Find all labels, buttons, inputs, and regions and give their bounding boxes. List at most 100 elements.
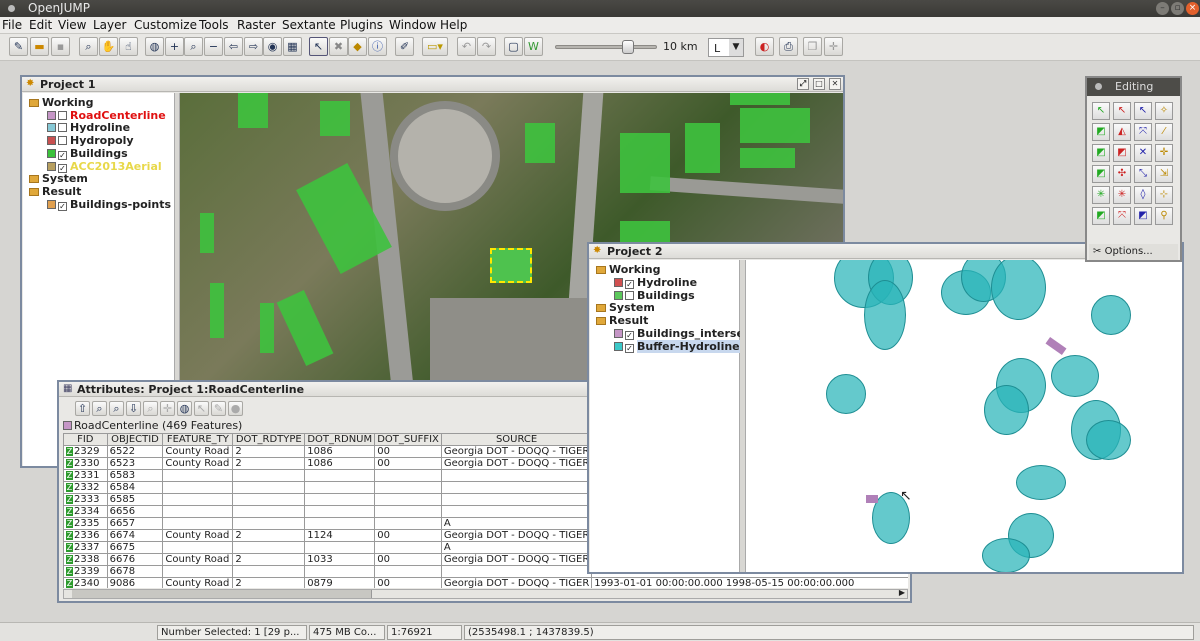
feature-zoom-icon[interactable]: Z — [66, 543, 73, 552]
table-cell[interactable]: 6583 — [106, 469, 164, 482]
select-part-icon[interactable]: ↖ — [1113, 102, 1131, 120]
stop-icon[interactable]: ● — [228, 401, 243, 416]
table-cell[interactable] — [374, 481, 442, 494]
maximize-icon[interactable]: □ — [813, 78, 825, 90]
select-feature-icon[interactable]: ↖ — [1092, 102, 1110, 120]
tree-layer[interactable]: ✓ Buffer-Hydroline — [614, 339, 740, 353]
zoom-layer-icon[interactable]: ◉ — [263, 37, 282, 56]
tree-layer[interactable]: Buildings — [614, 289, 695, 302]
new-project-icon[interactable]: ✎ — [9, 37, 28, 56]
cube-icon[interactable]: ◆ — [348, 37, 367, 56]
scale-icon[interactable]: ⤡ — [1134, 165, 1152, 183]
table-cell[interactable]: Georgia DOT - DOQQ - TIGER — [440, 445, 593, 458]
edit-toggle-icon[interactable]: ✐ — [395, 37, 414, 56]
table-cell[interactable]: 6657 — [106, 517, 164, 530]
print-icon[interactable]: ⎙ — [779, 37, 798, 56]
table-cell[interactable]: Georgia DOT - DOQQ - TIGER — [440, 529, 593, 542]
project2-map-view[interactable]: ↖ — [746, 260, 1182, 572]
table-cell[interactable] — [304, 517, 376, 530]
column-header[interactable]: DOT_RDNUM — [304, 433, 376, 446]
table-cell[interactable] — [162, 541, 234, 554]
table-cell[interactable] — [374, 565, 442, 578]
table-cell[interactable]: 1086 — [304, 457, 376, 470]
table-cell[interactable]: Z 2338 — [63, 553, 108, 566]
draw-linestring-icon[interactable]: ⁄ — [1155, 123, 1173, 141]
tree-layer[interactable]: ✓ ACC2013Aerial — [47, 160, 162, 173]
table-cell[interactable] — [162, 481, 234, 494]
table-cell[interactable]: Z 2336 — [63, 529, 108, 542]
layer-style-swatch[interactable] — [47, 199, 56, 209]
select-icon[interactable]: ↖ — [194, 401, 209, 416]
layer-visibility-checkbox[interactable]: ✓ — [58, 163, 67, 173]
table-cell[interactable] — [374, 505, 442, 518]
table-cell[interactable]: 2 — [232, 445, 306, 458]
restore-icon[interactable]: ⤢ — [797, 78, 809, 90]
layer-visibility-checkbox[interactable] — [58, 123, 67, 133]
menu-tools[interactable]: Tools — [199, 18, 229, 32]
layer-style-swatch[interactable] — [47, 110, 56, 120]
draw-line-icon[interactable]: ⤧ — [1134, 123, 1152, 141]
chevron-down-icon[interactable]: ▼ — [729, 39, 743, 56]
tree-category[interactable]: Result — [29, 185, 81, 198]
globe-icon[interactable]: ◍ — [177, 401, 192, 416]
table-cell[interactable] — [232, 517, 306, 530]
table-cell[interactable]: 6656 — [106, 505, 164, 518]
tree-layer[interactable]: ✓ Buildings — [47, 147, 128, 160]
table-cell[interactable]: 00 — [374, 577, 442, 588]
table-cell[interactable]: Georgia DOT - DOQQ - TIGER — [440, 457, 593, 470]
table-cell[interactable]: 1033 — [304, 553, 376, 566]
table-cell[interactable]: 1124 — [304, 529, 376, 542]
table-cell[interactable]: 6676 — [106, 553, 164, 566]
undo-icon[interactable]: ↶ — [457, 37, 476, 56]
next-view-icon[interactable]: ⇨ — [244, 37, 263, 56]
table-cell[interactable] — [304, 469, 376, 482]
rotate-icon[interactable]: ✣ — [1113, 165, 1131, 183]
menu-sextante[interactable]: Sextante — [282, 18, 336, 32]
column-header[interactable]: FID — [63, 433, 108, 446]
table-cell[interactable] — [232, 541, 306, 554]
table-cell[interactable]: 2 — [232, 457, 306, 470]
table-cell[interactable] — [440, 469, 593, 482]
menu-raster[interactable]: Raster — [237, 18, 276, 32]
layer-style-swatch[interactable] — [47, 161, 56, 171]
layer-visibility-checkbox[interactable] — [625, 290, 634, 300]
draw-point-icon[interactable]: ◩ — [1092, 144, 1110, 162]
table-cell[interactable] — [162, 469, 234, 482]
tree-layer[interactable]: Hydropoly — [47, 134, 134, 147]
table-row[interactable]: Z 2340 9086 County Road 2 0879 00 Georgia DOT -… — [63, 577, 908, 588]
layer-style-swatch[interactable] — [614, 341, 623, 351]
table-cell[interactable] — [440, 505, 593, 518]
table-cell[interactable] — [304, 493, 376, 506]
zoom-out-icon[interactable]: ⌕ — [143, 401, 158, 416]
move-feature-icon[interactable]: ◩ — [1113, 144, 1131, 162]
tree-category[interactable]: Working — [596, 263, 661, 276]
table-cell[interactable] — [232, 505, 306, 518]
grid-icon[interactable]: ▦ — [283, 37, 302, 56]
table-cell[interactable] — [440, 493, 593, 506]
table-cell[interactable]: Z 2329 — [63, 445, 108, 458]
tree-category[interactable]: Result — [596, 314, 648, 327]
select-line-icon[interactable]: ↖ — [1134, 102, 1152, 120]
layer-visibility-checkbox[interactable] — [58, 110, 67, 120]
tree-layer[interactable]: Hydroline — [47, 121, 130, 134]
layer-style-swatch[interactable] — [614, 329, 623, 338]
scale-slider[interactable] — [555, 40, 657, 54]
table-cell[interactable]: 1086 — [304, 445, 376, 458]
feature-zoom-icon[interactable]: Z — [66, 471, 73, 480]
layer-style-swatch[interactable] — [47, 123, 56, 133]
table-cell[interactable]: Z 2340 — [63, 577, 108, 588]
tree-category[interactable]: System — [596, 301, 655, 314]
globe-icon[interactable]: ◍ — [145, 37, 164, 56]
menu-window[interactable]: Window — [389, 18, 436, 32]
table-cell[interactable]: A — [440, 541, 593, 554]
snap-icon[interactable]: ◩ — [1092, 165, 1110, 183]
table-cell[interactable]: 6585 — [106, 493, 164, 506]
table-cell[interactable] — [304, 541, 376, 554]
zoom-out-icon[interactable]: − — [204, 37, 223, 56]
split-icon[interactable]: ⇲ — [1155, 165, 1173, 183]
table-cell[interactable]: 6584 — [106, 481, 164, 494]
app-menu-icon[interactable] — [8, 5, 15, 12]
table-cell[interactable] — [162, 505, 234, 518]
table-cell[interactable]: County Road — [162, 457, 234, 470]
zoom-icon[interactable]: ⌕ — [79, 37, 98, 56]
